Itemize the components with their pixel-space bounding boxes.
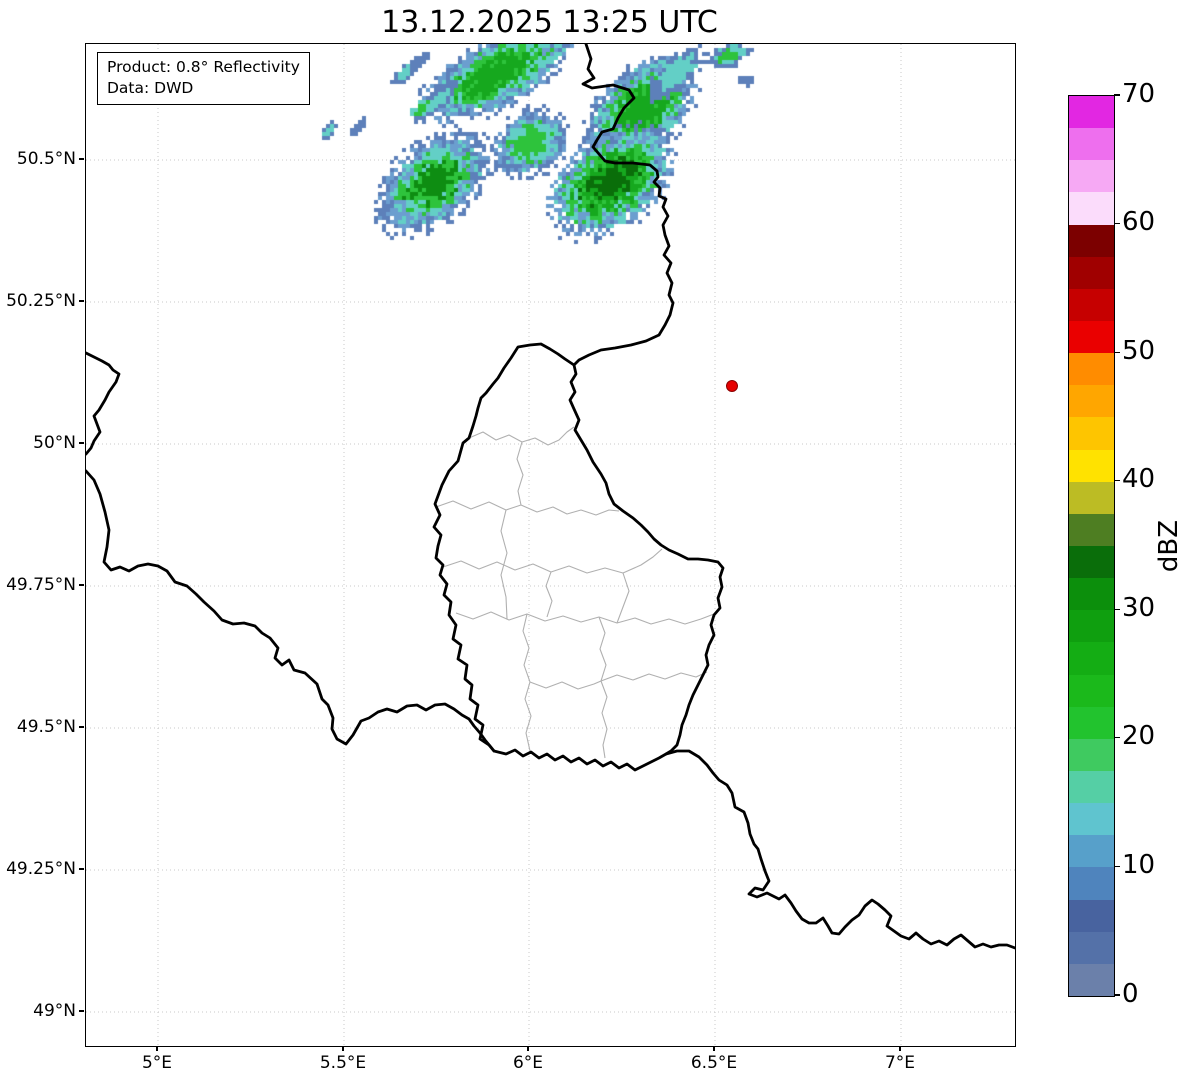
colorbar-segment <box>1069 642 1114 674</box>
colorbar-tick-mark <box>1114 480 1120 481</box>
colorbar-tick-mark <box>1114 994 1120 995</box>
colorbar-segment <box>1069 546 1114 578</box>
colorbar-segment <box>1069 514 1114 546</box>
colorbar-segment <box>1069 900 1114 932</box>
canton-border <box>523 614 531 751</box>
country-border-belgium-france-west-loop <box>86 353 119 454</box>
colorbar-tick-label: 50 <box>1122 336 1155 366</box>
colorbar-segment <box>1069 835 1114 867</box>
colorbar-segment <box>1069 289 1114 321</box>
colorbar-tick-mark <box>1114 737 1120 738</box>
colorbar-tick-label: 70 <box>1122 79 1155 109</box>
colorbar-segment <box>1069 675 1114 707</box>
radar-figure-page: { "title": "13.12.2025 13:25 UTC", "info… <box>0 0 1202 1081</box>
canton-border <box>443 549 662 573</box>
map-borders-layer <box>86 44 1015 1046</box>
colorbar-tick-label: 30 <box>1122 593 1155 623</box>
colorbar-tick-mark <box>1114 609 1120 610</box>
colorbar-tick-mark <box>1114 94 1120 95</box>
colorbar-segment <box>1069 450 1114 482</box>
colorbar-segment <box>1069 96 1114 128</box>
x-tick-label: 5°E <box>112 1053 202 1073</box>
x-tick-label: 6.5°E <box>669 1053 759 1073</box>
canton-border <box>599 617 607 758</box>
x-tick-label: 6°E <box>483 1053 573 1073</box>
country-border-belgium-france <box>86 471 494 751</box>
x-tick-mark <box>899 1046 900 1051</box>
colorbar-segment <box>1069 932 1114 964</box>
y-tick-label: 49.25°N <box>0 859 76 879</box>
x-tick-mark <box>342 1046 343 1051</box>
radar-site-marker <box>727 381 738 392</box>
colorbar-tick-mark <box>1114 352 1120 353</box>
y-tick-mark <box>79 442 84 443</box>
colorbar-segment <box>1069 803 1114 835</box>
colorbar-segment <box>1069 417 1114 449</box>
colorbar-segment <box>1069 385 1114 417</box>
figure-title: 13.12.2025 13:25 UTC <box>85 5 1014 40</box>
colorbar-segment <box>1069 192 1114 224</box>
colorbar-segment <box>1069 707 1114 739</box>
x-tick-label: 5.5°E <box>298 1053 388 1073</box>
y-tick-mark <box>79 300 84 301</box>
colorbar-tick-label: 60 <box>1122 207 1155 237</box>
colorbar-segment <box>1069 867 1114 899</box>
y-tick-label: 50°N <box>0 433 76 453</box>
y-tick-label: 49.5°N <box>0 717 76 737</box>
colorbar-segment <box>1069 739 1114 771</box>
colorbar-segment <box>1069 128 1114 160</box>
colorbar-segment <box>1069 771 1114 803</box>
colorbar-segment <box>1069 225 1114 257</box>
colorbar-segment <box>1069 353 1114 385</box>
canton-border <box>546 572 552 617</box>
colorbar-segment <box>1069 257 1114 289</box>
y-tick-mark <box>79 158 84 159</box>
y-tick-label: 50.25°N <box>0 291 76 311</box>
product-info-box: Product: 0.8° Reflectivity Data: DWD <box>97 52 310 105</box>
y-tick-label: 50.5°N <box>0 149 76 169</box>
colorbar-tick-mark <box>1114 223 1120 224</box>
canton-border <box>617 573 629 623</box>
colorbar-tick-label: 0 <box>1122 979 1139 1009</box>
canton-border <box>436 501 619 515</box>
colorbar-segment <box>1069 578 1114 610</box>
colorbar-tick-label: 40 <box>1122 464 1155 494</box>
canton-border <box>456 612 714 624</box>
country-border-belgium-germany <box>574 44 673 365</box>
x-tick-mark <box>527 1046 528 1051</box>
y-tick-mark <box>79 868 84 869</box>
map-plot-area: Product: 0.8° Reflectivity Data: DWD <box>85 43 1016 1047</box>
x-tick-mark <box>156 1046 157 1051</box>
colorbar-tick-label: 20 <box>1122 721 1155 751</box>
canton-border <box>601 672 707 681</box>
canton-border <box>517 442 523 505</box>
data-source-label: Data: DWD <box>107 78 300 99</box>
colorbar <box>1068 95 1115 997</box>
country-border-luxembourg-outline <box>434 344 723 770</box>
y-tick-mark <box>79 1010 84 1011</box>
colorbar-segment <box>1069 482 1114 514</box>
colorbar-segment <box>1069 610 1114 642</box>
colorbar-segment <box>1069 160 1114 192</box>
colorbar-segment <box>1069 964 1114 996</box>
y-tick-label: 49°N <box>0 1001 76 1021</box>
colorbar-unit-label: dBZ <box>1154 520 1184 572</box>
canton-border <box>530 681 601 689</box>
x-tick-mark <box>713 1046 714 1051</box>
y-tick-mark <box>79 726 84 727</box>
colorbar-tick-mark <box>1114 866 1120 867</box>
x-tick-label: 7°E <box>855 1053 945 1073</box>
product-label: Product: 0.8° Reflectivity <box>107 57 300 78</box>
y-tick-label: 49.75°N <box>0 575 76 595</box>
country-border-france-germany <box>666 751 1015 948</box>
y-tick-mark <box>79 584 84 585</box>
colorbar-tick-label: 10 <box>1122 850 1155 880</box>
colorbar-segment <box>1069 321 1114 353</box>
